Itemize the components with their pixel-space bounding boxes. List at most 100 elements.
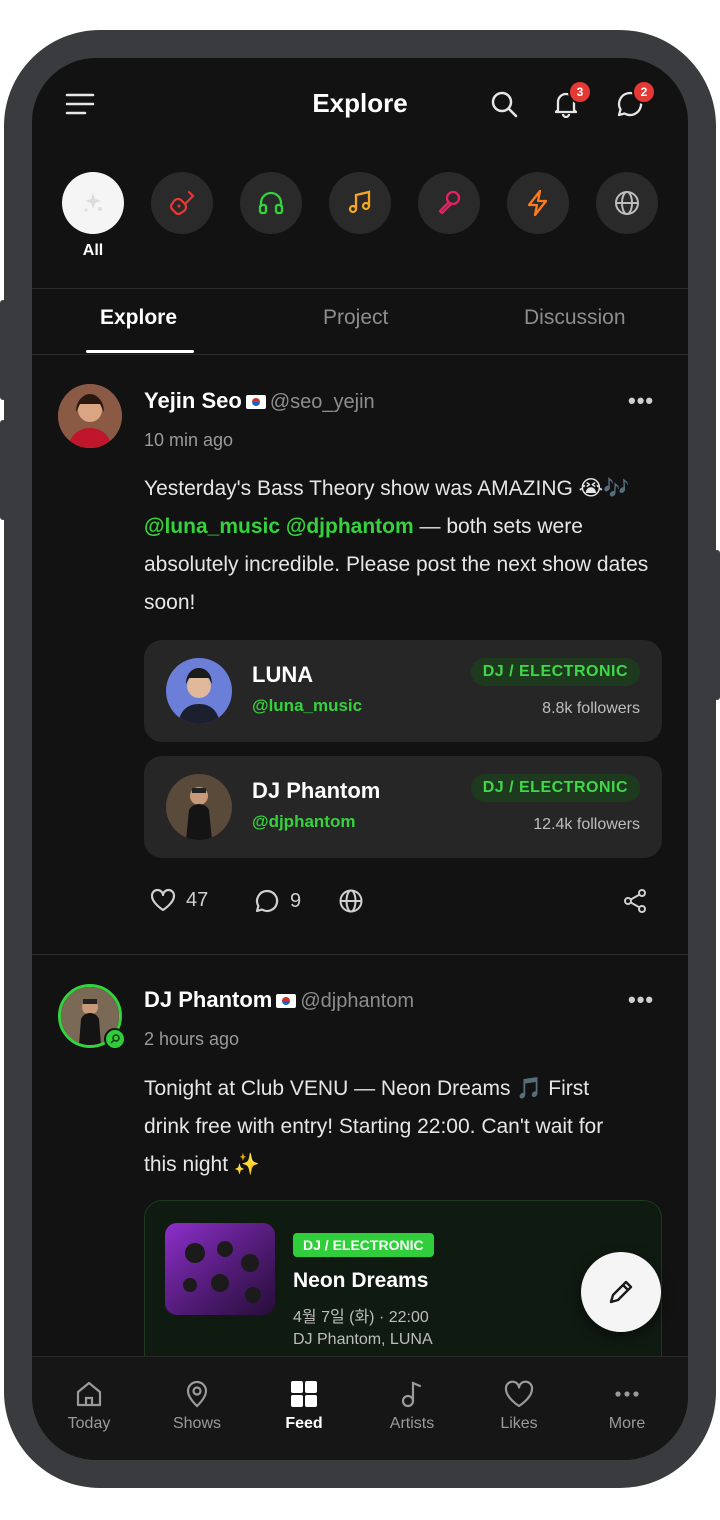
- search-icon[interactable]: [486, 86, 522, 122]
- tab-explore[interactable]: Explore: [100, 306, 177, 330]
- nav-label: Feed: [285, 1415, 323, 1432]
- microphone-icon: [438, 190, 461, 215]
- artist-handle: @luna_music: [252, 696, 363, 715]
- heart-icon: [504, 1380, 534, 1408]
- artist-name: DJ Phantom: [252, 778, 381, 803]
- comment-icon: [255, 889, 279, 913]
- artist-avatar: [166, 658, 232, 724]
- active-tab-indicator: [86, 350, 194, 353]
- genre-dj-button[interactable]: [240, 172, 302, 234]
- korea-flag-icon: [276, 994, 297, 1009]
- post-author-name: DJ Phantom: [144, 987, 273, 1012]
- messages-badge: 2: [632, 80, 656, 104]
- share-button[interactable]: [622, 888, 648, 914]
- mention-link[interactable]: @luna_music: [144, 515, 280, 538]
- phone-side-button: [0, 300, 6, 400]
- tab-project[interactable]: Project: [323, 306, 388, 330]
- music-note-icon: [348, 190, 371, 214]
- genre-all-button[interactable]: [62, 172, 124, 234]
- divider: [32, 288, 688, 289]
- genre-energy-button[interactable]: [507, 172, 569, 234]
- post-timestamp: 10 min ago: [144, 430, 234, 450]
- nav-label: More: [608, 1415, 646, 1432]
- comment-count: 9: [290, 889, 302, 912]
- verified-artist-icon: [104, 1028, 126, 1050]
- heart-icon: [150, 888, 176, 912]
- divider: [32, 954, 688, 955]
- tab-discussion[interactable]: Discussion: [524, 306, 626, 330]
- phone-side-button: [714, 550, 720, 700]
- event-thumbnail: [165, 1223, 275, 1315]
- nav-more[interactable]: More: [582, 1379, 672, 1433]
- messages-button[interactable]: 2: [612, 80, 656, 122]
- genre-badge: DJ / ELECTRONIC: [470, 774, 640, 802]
- nav-feed[interactable]: Feed: [259, 1379, 349, 1433]
- post-body: Tonight at Club VENU — Neon Dreams 🎵 Fir…: [144, 1077, 604, 1176]
- notification-badge: 3: [568, 80, 592, 104]
- visibility-button[interactable]: [338, 888, 364, 914]
- post-author[interactable]: Yejin Seo @seo_yejin: [144, 388, 375, 414]
- notifications-button[interactable]: 3: [548, 80, 592, 122]
- globe-icon: [339, 889, 363, 913]
- more-options-icon[interactable]: •••: [628, 987, 654, 1013]
- artist-card[interactable]: DJ Phantom @djphantom DJ / ELECTRONIC 12…: [144, 756, 662, 858]
- genre-all-label: All: [82, 242, 104, 259]
- follower-count: 8.8k followers: [542, 700, 640, 717]
- comment-button[interactable]: 9: [254, 888, 301, 914]
- post-author-name: Yejin Seo: [144, 388, 242, 413]
- home-icon: [76, 1381, 102, 1407]
- post-text: Yesterday's Bass Theory show was AMAZING…: [144, 477, 630, 500]
- artist-name: LUNA: [252, 662, 314, 687]
- nav-shows[interactable]: Shows: [152, 1379, 242, 1433]
- genre-badge: DJ / ELECTRONIC: [293, 1233, 434, 1257]
- genre-music-button[interactable]: [329, 172, 391, 234]
- genre-filter-row: All: [32, 172, 688, 272]
- artist-handle: @djphantom: [252, 812, 356, 831]
- grid-icon: [291, 1381, 317, 1407]
- artist-card[interactable]: LUNA @luna_music DJ / ELECTRONIC 8.8k fo…: [144, 640, 662, 742]
- nav-label: Today: [67, 1415, 111, 1432]
- top-bar: Explore 3 2: [32, 58, 688, 158]
- pencil-icon: [609, 1280, 633, 1304]
- event-lineup: DJ Phantom, LUNA: [293, 1331, 433, 1348]
- genre-rock-button[interactable]: [151, 172, 213, 234]
- post-author-handle: @seo_yejin: [269, 391, 375, 413]
- avatar[interactable]: [58, 384, 122, 448]
- phone-side-button: [0, 420, 6, 520]
- post-timestamp: 2 hours ago: [144, 1029, 240, 1049]
- event-title: Neon Dreams: [293, 1269, 429, 1292]
- like-button[interactable]: 47: [150, 888, 208, 912]
- event-date: 4월 7일 (화) · 22:00: [293, 1309, 429, 1326]
- location-pin-icon: [186, 1380, 208, 1408]
- mention-link[interactable]: @djphantom: [286, 515, 414, 538]
- headphones-icon: [258, 191, 284, 215]
- sparkle-icon: [84, 193, 102, 212]
- nav-label: Artists: [389, 1415, 435, 1432]
- genre-world-button[interactable]: [596, 172, 658, 234]
- nav-today[interactable]: Today: [44, 1379, 134, 1433]
- share-icon: [624, 889, 646, 913]
- guitar-icon: [169, 190, 195, 216]
- like-count: 47: [186, 888, 209, 911]
- bottom-navigation: Today Shows Feed Artists Likes More: [32, 1356, 688, 1460]
- genre-badge: DJ / ELECTRONIC: [470, 658, 640, 686]
- genre-vocal-button[interactable]: [418, 172, 480, 234]
- more-icon: [615, 1391, 639, 1397]
- compose-button[interactable]: [581, 1252, 661, 1332]
- post-author[interactable]: DJ Phantom @djphantom: [144, 987, 414, 1013]
- artist-avatar: [166, 774, 232, 840]
- follower-count: 12.4k followers: [533, 816, 640, 833]
- post-body: Yesterday's Bass Theory show was AMAZING…: [144, 470, 664, 622]
- nav-label: Shows: [172, 1415, 222, 1432]
- more-options-icon[interactable]: •••: [628, 388, 654, 414]
- globe-icon: [615, 191, 639, 215]
- divider: [32, 354, 688, 355]
- post-author-handle: @djphantom: [300, 990, 415, 1012]
- app-screen: Explore 3 2 All Explore Project Discussi…: [32, 58, 688, 1460]
- lightning-icon: [527, 189, 548, 217]
- nav-likes[interactable]: Likes: [474, 1379, 564, 1433]
- nav-label: Likes: [500, 1415, 538, 1432]
- nav-artists[interactable]: Artists: [367, 1379, 457, 1433]
- music-note-icon: [401, 1381, 422, 1408]
- korea-flag-icon: [245, 395, 266, 410]
